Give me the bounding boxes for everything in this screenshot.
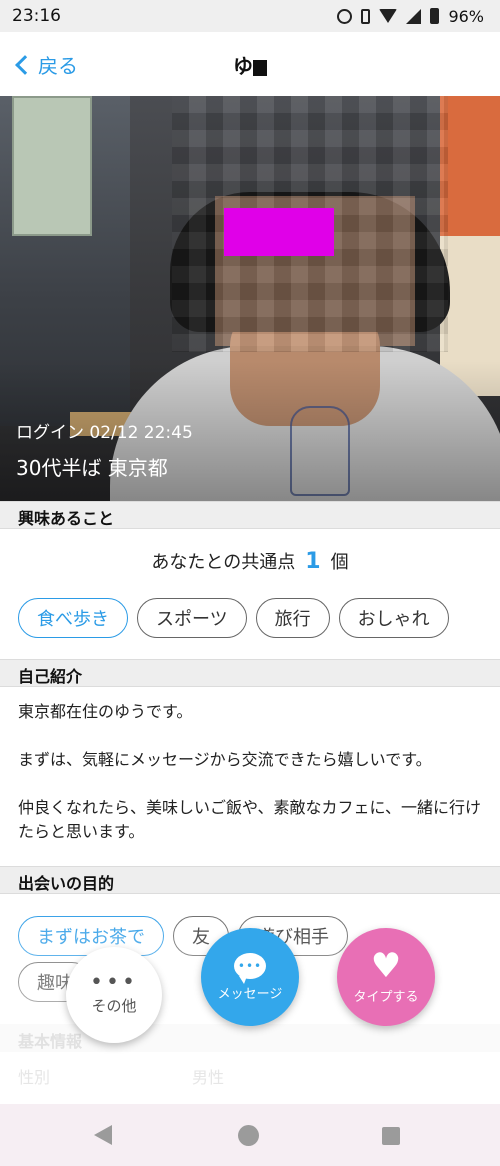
gender-label: 性別 bbox=[18, 1068, 51, 1087]
chat-bubble-icon: ••• bbox=[234, 952, 266, 984]
heart-icon: ♥ bbox=[370, 945, 402, 986]
interest-tag[interactable]: スポーツ bbox=[137, 598, 247, 638]
interest-tag[interactable]: 旅行 bbox=[255, 598, 330, 638]
system-recents-icon[interactable] bbox=[382, 1127, 400, 1145]
intro-paragraph: 東京都在住のゆうです。 bbox=[18, 702, 193, 721]
interest-tags: 食べ歩き スポーツ 旅行 おしゃれ bbox=[18, 598, 449, 638]
more-icon: ••• bbox=[90, 969, 138, 995]
interest-tag[interactable]: おしゃれ bbox=[338, 598, 449, 638]
system-back-icon[interactable] bbox=[94, 1125, 112, 1145]
common-points: あなたとの共通点 1 個 bbox=[0, 548, 500, 574]
common-prefix: あなたとの共通点 bbox=[151, 552, 296, 573]
other-label: その他 bbox=[91, 996, 137, 1015]
other-button[interactable]: ••• その他 bbox=[66, 947, 162, 1043]
purpose-tags: まずはお茶で 友 遊び相手 bbox=[18, 916, 348, 956]
redaction-block bbox=[253, 59, 267, 76]
gender-value: 男性 bbox=[192, 1068, 225, 1087]
basic-info-heading: 基本情報 bbox=[0, 1024, 500, 1052]
vibrate-icon bbox=[361, 8, 371, 24]
message-label: メッセージ bbox=[217, 986, 283, 1002]
system-home-icon[interactable] bbox=[238, 1125, 259, 1146]
status-time: 23:16 bbox=[12, 6, 61, 26]
alarm-icon bbox=[337, 8, 353, 24]
nav-bar: 戻る ゆう ゆ bbox=[0, 32, 500, 96]
status-bar: 23:16 96% bbox=[0, 0, 500, 32]
intro-paragraph: まずは、気軽にメッセージから交流できたら嬉しいです。 bbox=[18, 750, 432, 769]
interest-tag[interactable]: 食べ歩き bbox=[18, 598, 128, 638]
intro-text: 東京都在住のゆうです。 まずは、気軽にメッセージから交流できたら嬉しいです。 仲… bbox=[18, 700, 483, 868]
signal-icon bbox=[406, 8, 422, 24]
photo-poster bbox=[12, 96, 92, 236]
like-label: タイプする bbox=[353, 989, 419, 1005]
profile-photo[interactable]: ログイン 02/12 22:45 30代半ば 東京都 bbox=[0, 96, 500, 501]
common-count: 1 bbox=[305, 549, 321, 574]
age-area: 30代半ば 東京都 bbox=[16, 456, 168, 480]
page-title: ゆう ゆ bbox=[0, 50, 500, 79]
wifi-icon bbox=[379, 9, 398, 23]
intro-paragraph: 仲良くなれたら、美味しいご飯や、素敵なカフェに、一緒に行けたらと思います。 bbox=[18, 798, 482, 841]
like-button[interactable]: ♥ タイプする bbox=[337, 928, 435, 1026]
battery-percent: 96% bbox=[448, 6, 484, 26]
redacted-title: ゆ bbox=[233, 54, 253, 78]
purpose-heading: 出会いの目的 bbox=[0, 866, 500, 894]
purpose-tag[interactable]: まずはお茶で bbox=[18, 916, 164, 956]
eye-censor-bar bbox=[224, 208, 334, 256]
system-nav-bar bbox=[0, 1104, 500, 1166]
battery-icon bbox=[430, 8, 440, 24]
last-login: ログイン 02/12 22:45 bbox=[16, 423, 193, 443]
message-button[interactable]: ••• メッセージ bbox=[201, 928, 299, 1026]
interests-heading: 興味あること bbox=[0, 501, 500, 529]
intro-heading: 自己紹介 bbox=[0, 659, 500, 687]
status-icons: 96% bbox=[337, 7, 484, 26]
common-suffix: 個 bbox=[330, 552, 349, 573]
